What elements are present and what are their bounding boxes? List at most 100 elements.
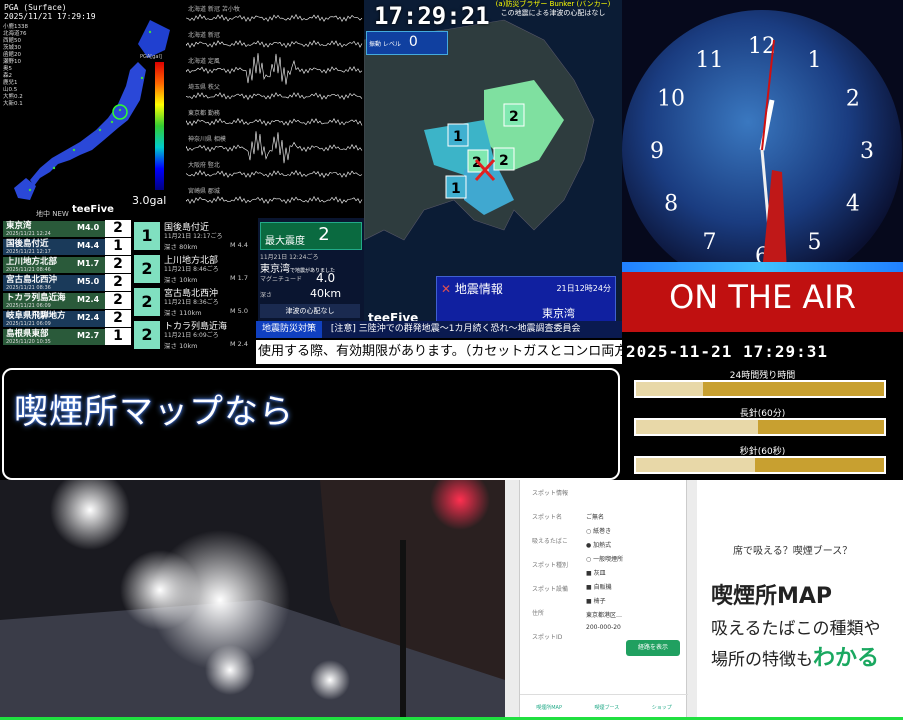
app-field-label: スポット種別	[532, 562, 569, 569]
clock-number: 11	[696, 48, 724, 73]
eq-intensity: 1	[105, 238, 131, 255]
eq-detail-datetime: 11月21日 8:46ごろ	[164, 266, 219, 273]
eq-detail-row[interactable]: 1 国後島付近 11月21日 12:17ごろ 深さ 80km M 4.4	[134, 220, 256, 254]
app-field-value: ■ 椅子	[586, 598, 606, 605]
max-intensity-box: 最大震度 2	[260, 222, 362, 250]
app-field-value: 200-000-20	[586, 624, 621, 631]
eq-datetime: 2025/11/21 12:24	[6, 231, 51, 237]
detail-depth: 40km	[310, 287, 342, 300]
timer-progress-fill	[636, 458, 756, 472]
eq-detail-depth: 深さ 80km	[164, 243, 198, 251]
smoking-map-ad: スポット情報 スポット名 吸えるたばこ スポット種別 スポット設備 住所 スポットID ご無名…	[505, 480, 903, 720]
app-field-label: 住所	[532, 610, 545, 617]
eq-magnitude: M5.0	[77, 277, 100, 286]
clock-number: 5	[808, 230, 822, 255]
eq-list-row[interactable]: 上川地方北部 2025/11/21 08:46 M1.7 2	[3, 256, 131, 273]
app-field-value: ○ 紙巻き	[586, 528, 612, 535]
map-clock: 17:29:21	[374, 2, 490, 30]
phone-screen: スポット情報 スポット名 吸えるたばこ スポット種別 スポット設備 住所 スポットID ご無名…	[519, 480, 688, 720]
shake-level-box: 振動 レベル 0	[366, 31, 448, 55]
clock-number: 2	[846, 87, 860, 112]
intensity-marker: 1	[451, 181, 461, 197]
detail-mag: 4.0	[316, 271, 336, 285]
promo-card: 席で吸える？喫煙ブース？ 喫煙所MAP 吸えるたばこの種類や 場所の特徴もわかる	[697, 480, 903, 720]
waveform-trace	[186, 131, 363, 164]
app-field-label: スポット設備	[532, 586, 569, 593]
waveform-panel: 北海道 新冠 苫小牧 北海道 新冠 北海道 定風 埼玉県 秩父 東京都 勤務 神奈川県 相…	[186, 0, 364, 218]
waveform-trace	[186, 39, 363, 49]
eq-magnitude: M1.7	[77, 259, 100, 268]
pga-map-panel: PGA (Surface) 2025/11/21 17:29:19 小鹿1338…	[0, 0, 186, 218]
caption-box: 喫煙所マップなら	[2, 368, 620, 480]
eq-detail-depth: 深さ 10km	[164, 276, 198, 284]
ticker-headline: [注意] 三陸沖での群発地震～1カ月続く恐れ～地震調査委員会	[330, 324, 581, 334]
clock-number: 10	[657, 87, 685, 112]
analog-clock: 121234567891011	[622, 0, 903, 272]
eq-intensity: 2	[105, 292, 131, 309]
level-value: 0	[408, 34, 418, 50]
eq-datetime: 2025/11/21 08:36	[6, 285, 51, 291]
eq-detail-row[interactable]: 2 上川地方北部 11月21日 8:46ごろ 深さ 10km M 1.7	[134, 253, 256, 287]
route-button[interactable]: 経路を表示	[626, 640, 680, 656]
eq-magnitude: M4.0	[77, 223, 100, 232]
tsunami-status: 津波の心配なし	[260, 304, 360, 318]
eq-intensity: 2	[105, 256, 131, 273]
eq-list-row[interactable]: 島根県東部 2025/11/20 10:35 M2.7 1	[3, 328, 131, 345]
app-field-value: ■ 自販機	[586, 584, 612, 591]
eq-list-row[interactable]: 岐阜県飛騨地方 2025/11/21 06:09 M2.4 2	[3, 310, 131, 327]
eq-magnitude: M2.4	[77, 313, 100, 322]
eq-intensity: 2	[105, 310, 131, 327]
intensity-marker: 2	[509, 109, 519, 125]
timer-progress-bar	[634, 456, 886, 474]
timer-progress-fill	[636, 420, 758, 434]
app-nav-item[interactable]: 喫煙ブース	[594, 704, 619, 711]
app-field-value: ○ 一般喫煙所	[586, 556, 624, 563]
clock-number: 4	[846, 192, 860, 217]
clock-number: 3	[860, 139, 874, 164]
eq-magnitude: M4.4	[77, 241, 100, 250]
promo-line3: 場所の特徴もわかる	[711, 646, 880, 671]
promo-sub: 席で吸える？喫煙ブース？	[733, 546, 853, 557]
eq-detail-datetime: 11月21日 6:09ごろ	[164, 332, 219, 339]
eq-detail-row[interactable]: 2 トカラ列島近海 11月21日 6:09ごろ 深さ 10km M 2.4	[134, 319, 256, 353]
app-field-value: ● 加熱式	[586, 542, 612, 549]
timer-datetime: 2025-11-21 17:29:31	[626, 342, 829, 361]
eq-detail-intensity: 2	[134, 255, 160, 283]
eq-detail-intensity: 2	[134, 288, 160, 316]
app-nav-item[interactable]: ショップ	[652, 704, 672, 711]
waveform-trace	[186, 169, 363, 179]
eq-datetime: 2025/11/20 10:35	[6, 339, 51, 345]
waveform-trace	[186, 117, 363, 127]
info-place: 東京湾	[542, 307, 575, 320]
app-field-label: スポット名	[532, 514, 563, 521]
detail-depth-label: 深さ	[260, 292, 273, 299]
pga-brand: teeFive	[72, 204, 114, 215]
eq-detail-mag: M 2.4	[230, 340, 249, 348]
live-camera-view	[0, 480, 505, 720]
news-ticker: 地震防災対策 [注意] 三陸沖での群発地震～1カ月続く恐れ～地震調査委員会	[256, 321, 622, 338]
eq-list-row[interactable]: 国後島付近 2025/11/21 12:17 M4.4 1	[3, 238, 131, 255]
max-label: 最大震度	[265, 236, 305, 247]
app-field-value: ■ 灰皿	[586, 570, 606, 577]
app-field-label: スポット情報	[532, 490, 569, 497]
eq-detail-datetime: 11月21日 12:17ごろ	[164, 233, 223, 240]
clock-number: 8	[664, 192, 678, 217]
eq-list-row[interactable]: 宮古島北西沖 2025/11/21 08:36 M5.0 2	[3, 274, 131, 291]
analog-clock-panel: 12 1 2 3 4 5 6 7 8 9 10 11 ON THE AIR	[622, 0, 903, 332]
waveform-trace	[186, 13, 363, 23]
eq-list-row[interactable]: 東京湾 2025/11/21 12:24 M4.0 2	[3, 220, 131, 237]
app-field-value: ご無名	[586, 514, 605, 521]
eq-detail-mag: M 4.4	[230, 241, 249, 249]
eq-detail-datetime: 11月21日 8:36ごろ	[164, 299, 219, 306]
eq-intensity: 2	[105, 220, 131, 237]
eq-detail-row[interactable]: 2 宮古島北西沖 11月21日 8:36ごろ 深さ 110km M 5.0	[134, 286, 256, 320]
pga-color-scale	[155, 62, 164, 190]
caption-text: 喫煙所マップなら	[14, 392, 294, 432]
scroll-text: 使用する際、有効期限があります。（カセットガスとコンロ両方）有効	[258, 344, 622, 359]
on-air-banner: ON THE AIR	[622, 272, 903, 332]
eq-datetime: 2025/11/21 12:17	[6, 249, 51, 255]
timer-progress-bar	[634, 380, 886, 398]
eq-list-row[interactable]: トカラ列島近海 2025/11/21 06:09 M2.4 2	[3, 292, 131, 309]
clock-number: 7	[703, 230, 717, 255]
app-nav-item[interactable]: 喫煙所MAP	[536, 704, 562, 711]
